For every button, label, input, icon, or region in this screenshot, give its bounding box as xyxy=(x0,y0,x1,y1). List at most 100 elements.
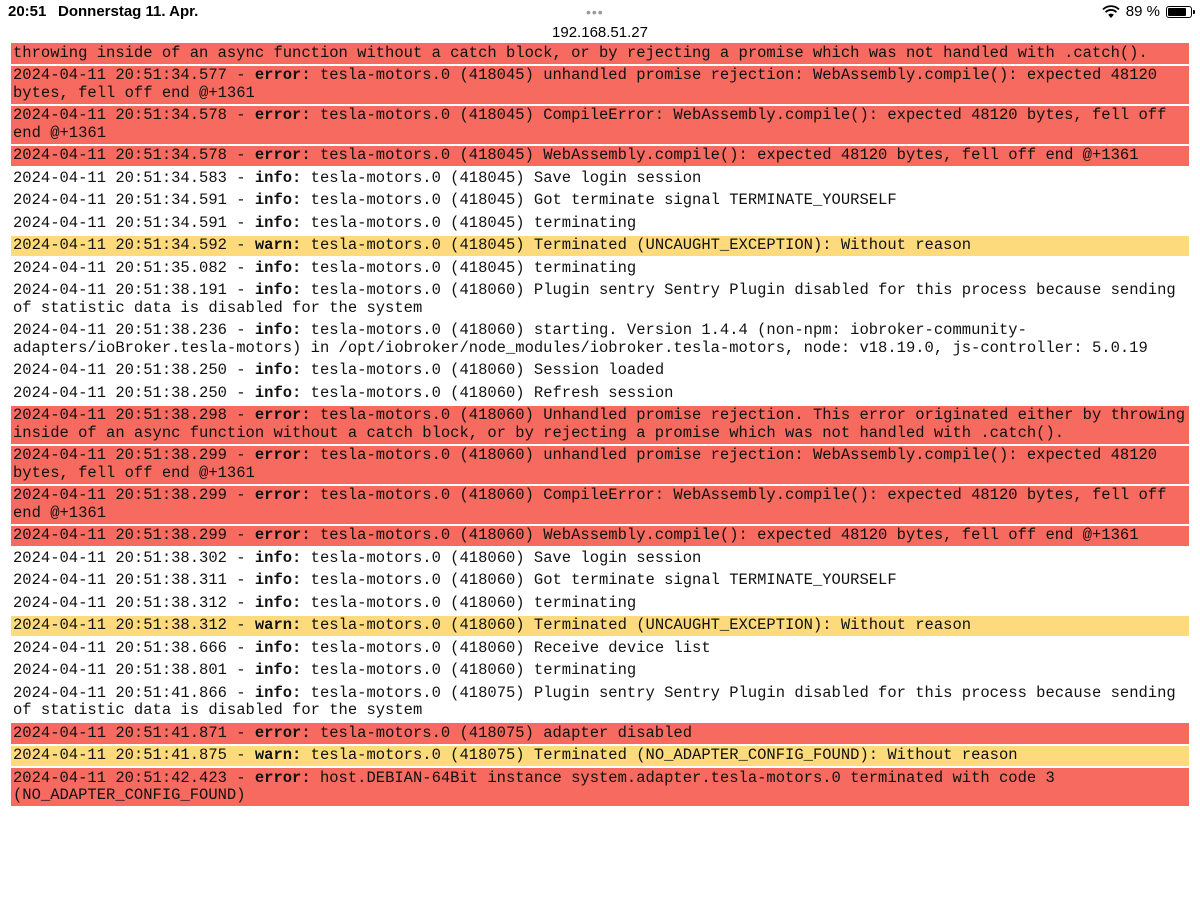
log-severity: info: xyxy=(254,683,302,702)
log-entry-info: 2024-04-11 20:51:34.591 - info: tesla-mo… xyxy=(11,213,1189,234)
log-severity: error: xyxy=(254,526,311,544)
log-timestamp: 2024-04-11 20:51:38.298 - xyxy=(13,406,255,424)
log-entry-info: 2024-04-11 20:51:38.250 - info: tesla-mo… xyxy=(11,361,1189,382)
log-entry-error: 2024-04-11 20:51:41.871 - error: tesla-m… xyxy=(11,723,1189,744)
log-entry-info: 2024-04-11 20:51:38.801 - info: tesla-mo… xyxy=(11,661,1189,682)
tab-dots[interactable]: ••• xyxy=(586,4,604,20)
log-entry-error: throwing inside of an async function wit… xyxy=(11,43,1189,64)
log-timestamp: 2024-04-11 20:51:34.591 - xyxy=(13,191,255,209)
log-timestamp: 2024-04-11 20:51:38.312 - xyxy=(13,593,255,612)
log-message: tesla-motors.0 (418045) WebAssembly.comp… xyxy=(310,146,1139,164)
battery-level xyxy=(1168,7,1186,16)
log-message: tesla-motors.0 (418060) Receive device l… xyxy=(301,638,711,657)
log-entry-info: 2024-04-11 20:51:35.082 - info: tesla-mo… xyxy=(11,258,1189,279)
log-entry-error: 2024-04-11 20:51:34.578 - error: tesla-m… xyxy=(11,105,1189,144)
log-timestamp: 2024-04-11 20:51:34.592 - xyxy=(13,236,255,254)
battery-percent: 89 % xyxy=(1125,3,1160,20)
log-message: tesla-motors.0 (418060) terminating xyxy=(301,661,637,679)
log-message: tesla-motors.0 (418060) Terminated (UNCA… xyxy=(301,616,972,634)
log-entry-info: 2024-04-11 20:51:38.250 - info: tesla-mo… xyxy=(11,383,1189,404)
log-severity: error: xyxy=(254,66,311,84)
log-timestamp: 2024-04-11 20:51:41.875 - xyxy=(13,746,255,764)
log-entry-info: 2024-04-11 20:51:41.866 - info: tesla-mo… xyxy=(11,683,1189,721)
log-message: tesla-motors.0 (418060) Got terminate si… xyxy=(301,571,897,589)
log-timestamp: 2024-04-11 20:51:34.577 - xyxy=(13,66,255,84)
log-entry-error: 2024-04-11 20:51:38.299 - error: tesla-m… xyxy=(11,445,1189,484)
log-timestamp: 2024-04-11 20:51:35.082 - xyxy=(13,258,255,277)
log-severity: info: xyxy=(254,168,302,187)
log-timestamp: 2024-04-11 20:51:42.423 - xyxy=(13,768,255,787)
log-timestamp: 2024-04-11 20:51:34.591 - xyxy=(13,213,255,232)
log-entry-error: 2024-04-11 20:51:38.298 - error: tesla-m… xyxy=(11,405,1189,444)
log-severity: warn: xyxy=(254,616,302,634)
log-message: tesla-motors.0 (418045) Save login sessi… xyxy=(301,168,702,187)
log-timestamp: 2024-04-11 20:51:38.250 - xyxy=(13,361,255,379)
log-severity: warn: xyxy=(254,236,302,254)
battery-icon xyxy=(1166,5,1195,18)
log-timestamp: 2024-04-11 20:51:38.250 - xyxy=(13,383,255,402)
log-entry-info: 2024-04-11 20:51:38.311 - info: tesla-mo… xyxy=(11,571,1189,592)
log-entry-error: 2024-04-11 20:51:38.299 - error: tesla-m… xyxy=(11,485,1189,524)
log-entry-info: 2024-04-11 20:51:34.583 - info: tesla-mo… xyxy=(11,168,1189,189)
log-timestamp: 2024-04-11 20:51:38.236 - xyxy=(13,321,255,339)
log-severity: error: xyxy=(254,406,311,424)
log-timestamp: 2024-04-11 20:51:34.578 - xyxy=(13,146,255,164)
log-severity: info: xyxy=(254,361,302,379)
log-timestamp: 2024-04-11 20:51:38.801 - xyxy=(13,661,255,679)
log-message: tesla-motors.0 (418045) Got terminate si… xyxy=(301,191,897,209)
log-timestamp: 2024-04-11 20:51:38.299 - xyxy=(13,486,255,504)
log-timestamp: 2024-04-11 20:51:38.311 - xyxy=(13,571,255,589)
log-timestamp: 2024-04-11 20:51:41.866 - xyxy=(13,683,255,702)
log-timestamp: 2024-04-11 20:51:38.299 - xyxy=(13,446,255,464)
log-severity: info: xyxy=(254,638,302,657)
clock: 20:51 xyxy=(8,3,47,20)
log-timestamp: 2024-04-11 20:51:38.191 - xyxy=(13,281,255,299)
log-entry-info: 2024-04-11 20:51:34.591 - info: tesla-mo… xyxy=(11,191,1189,212)
log-message: throwing inside of an async function wit… xyxy=(13,43,1148,62)
log-message: tesla-motors.0 (418075) adapter disabled xyxy=(310,723,693,742)
log-entry-info: 2024-04-11 20:51:38.302 - info: tesla-mo… xyxy=(11,548,1189,569)
log-severity: info: xyxy=(254,383,302,402)
log-severity: error: xyxy=(254,723,311,742)
log-entry-warn: 2024-04-11 20:51:41.875 - warn: tesla-mo… xyxy=(11,745,1189,766)
log-timestamp: 2024-04-11 20:51:41.871 - xyxy=(13,723,255,742)
log-entry-error: 2024-04-11 20:51:34.578 - error: tesla-m… xyxy=(11,145,1189,166)
log-severity: error: xyxy=(254,446,311,464)
log-severity: error: xyxy=(254,486,311,504)
log-entry-info: 2024-04-11 20:51:38.191 - info: tesla-mo… xyxy=(11,281,1189,319)
log-message: tesla-motors.0 (418045) terminating xyxy=(301,213,637,232)
log-timestamp: 2024-04-11 20:51:38.666 - xyxy=(13,638,255,657)
log-severity: info: xyxy=(254,571,302,589)
log-message: tesla-motors.0 (418060) Refresh session xyxy=(301,383,674,402)
log-entry-warn: 2024-04-11 20:51:38.312 - warn: tesla-mo… xyxy=(11,615,1189,636)
log-severity: error: xyxy=(254,146,311,164)
log-timestamp: 2024-04-11 20:51:34.578 - xyxy=(13,106,255,124)
log-timestamp: 2024-04-11 20:51:38.302 - xyxy=(13,548,255,567)
log-list: throwing inside of an async function wit… xyxy=(11,43,1189,900)
status-bar: 20:51 Donnerstag 11. Apr. ••• 89 % xyxy=(0,0,1200,24)
log-message: tesla-motors.0 (418060) Session loaded xyxy=(301,361,665,379)
date: Donnerstag 11. Apr. xyxy=(58,3,199,20)
log-entry-info: 2024-04-11 20:51:38.666 - info: tesla-mo… xyxy=(11,638,1189,659)
log-severity: info: xyxy=(254,213,302,232)
log-severity: warn: xyxy=(254,746,302,764)
log-timestamp: 2024-04-11 20:51:38.312 - xyxy=(13,616,255,634)
log-severity: info: xyxy=(254,281,302,299)
log-severity: info: xyxy=(254,593,302,612)
log-entry-warn: 2024-04-11 20:51:34.592 - warn: tesla-mo… xyxy=(11,235,1189,256)
log-message: tesla-motors.0 (418060) terminating xyxy=(301,593,637,612)
log-entry-error: 2024-04-11 20:51:42.423 - error: host.DE… xyxy=(11,768,1189,806)
log-message: tesla-motors.0 (418045) terminating xyxy=(301,258,637,277)
log-severity: error: xyxy=(254,106,311,124)
log-severity: info: xyxy=(254,321,302,339)
status-indicators: 89 % xyxy=(1102,3,1195,20)
log-timestamp: 2024-04-11 20:51:34.583 - xyxy=(13,168,255,187)
log-entry-info: 2024-04-11 20:51:38.236 - info: tesla-mo… xyxy=(11,321,1189,359)
log-message: tesla-motors.0 (418045) Terminated (UNCA… xyxy=(301,236,972,254)
log-severity: info: xyxy=(254,191,302,209)
log-message: tesla-motors.0 (418060) WebAssembly.comp… xyxy=(310,526,1139,544)
log-severity: info: xyxy=(254,258,302,277)
log-message: tesla-motors.0 (418075) Terminated (NO_A… xyxy=(301,746,1018,764)
log-entry-info: 2024-04-11 20:51:38.312 - info: tesla-mo… xyxy=(11,593,1189,614)
url-text[interactable]: 192.168.51.27 xyxy=(552,24,648,41)
